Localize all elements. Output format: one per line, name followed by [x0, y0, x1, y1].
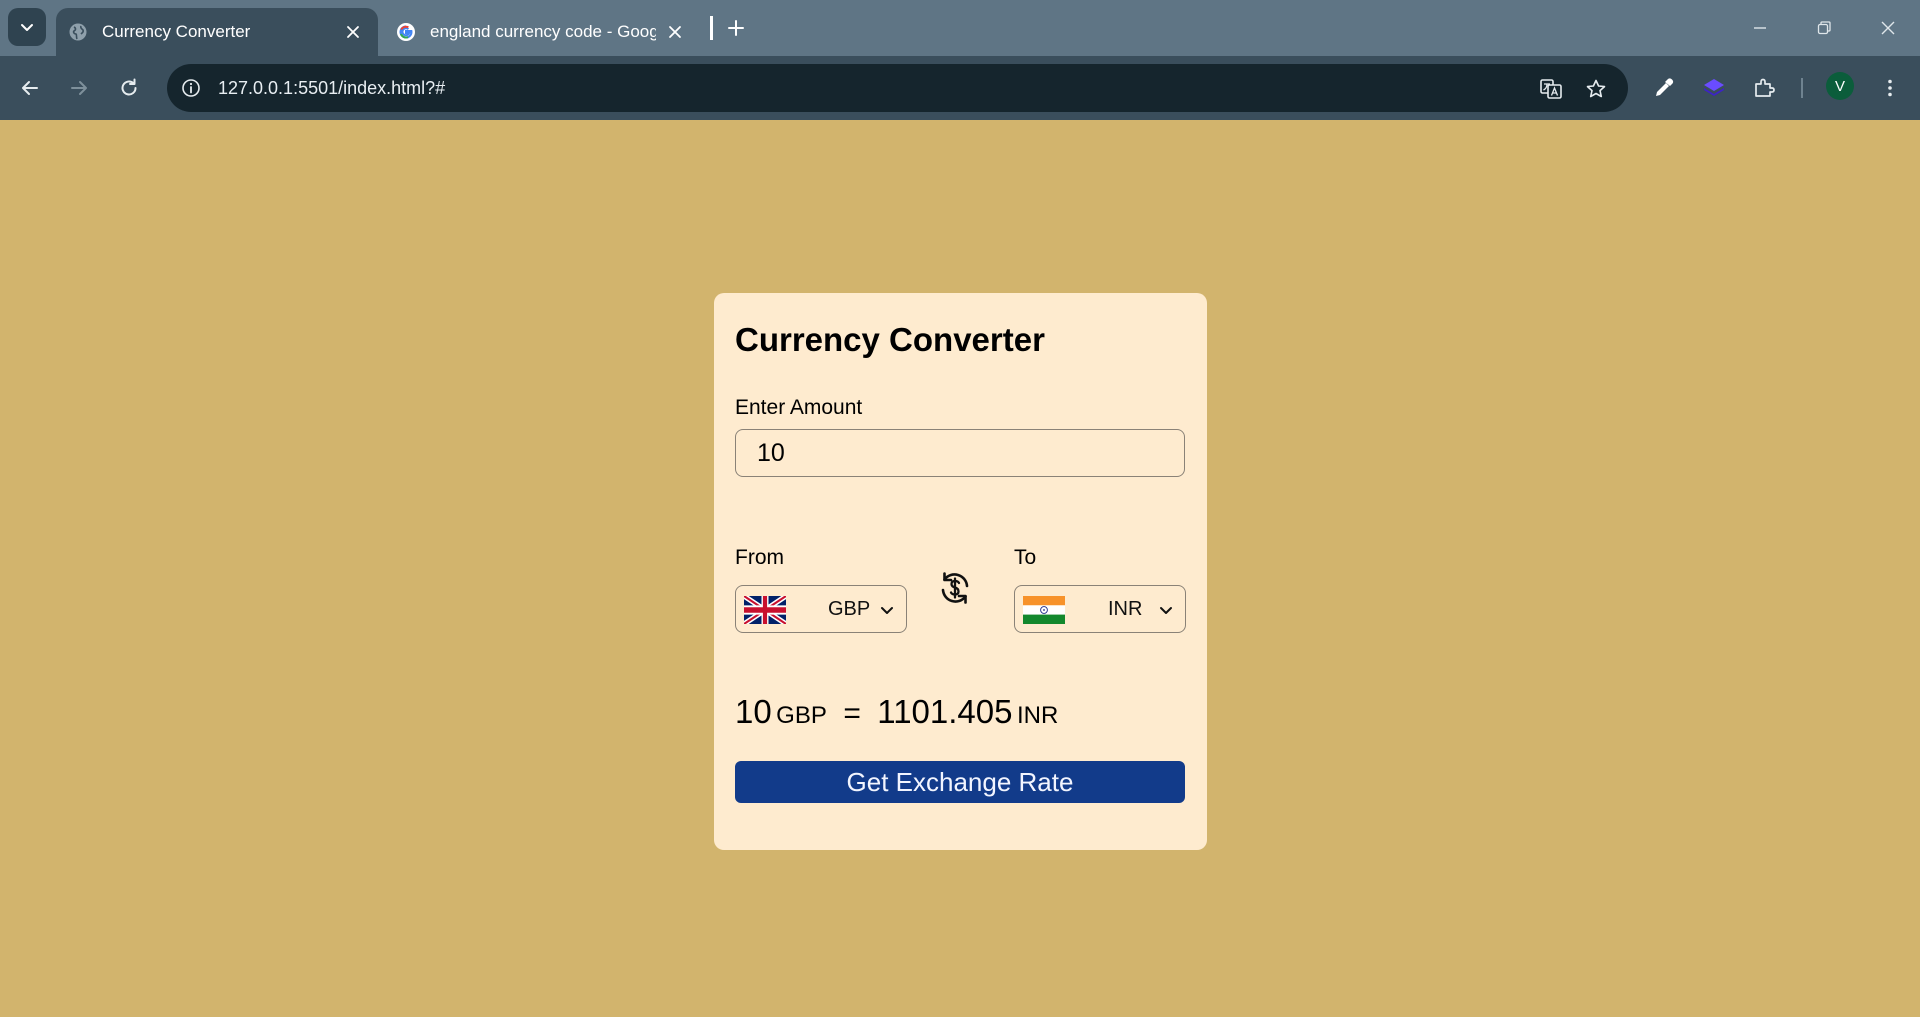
- url-text: 127.0.0.1:5501/index.html?#: [218, 78, 446, 98]
- extensions-button[interactable]: [1746, 70, 1782, 106]
- layers-icon: [1704, 79, 1724, 96]
- close-window-button[interactable]: [1870, 10, 1906, 46]
- browser-menu-button[interactable]: [1872, 70, 1908, 106]
- conversion-result: 10 GBP = 1101.405 INR: [735, 693, 1058, 731]
- chevron-down-icon: [1160, 607, 1172, 614]
- google-icon: [397, 23, 415, 41]
- info-icon: [182, 79, 200, 97]
- result-converted: 1101.405: [877, 693, 1013, 730]
- arrow-left-icon: [22, 81, 38, 95]
- restore-icon: [1817, 21, 1831, 35]
- browser-window: Currency Converter england currency code…: [0, 0, 1920, 1017]
- browser-toolbar: 127.0.0.1:5501/index.html?# V: [0, 56, 1920, 120]
- from-currency-code: GBP: [828, 598, 871, 620]
- tab-strip: Currency Converter england currency code…: [0, 0, 1920, 56]
- result-amount: 10: [735, 693, 772, 730]
- get-exchange-rate-button[interactable]: Get Exchange Rate: [735, 761, 1185, 803]
- translate-button[interactable]: [1536, 74, 1566, 104]
- converter-card: Currency Converter Enter Amount From To …: [714, 293, 1207, 850]
- address-bar[interactable]: 127.0.0.1:5501/index.html?#: [167, 64, 1628, 112]
- translate-icon: [1540, 79, 1562, 99]
- tab-title: england currency code - Googl: [430, 22, 656, 41]
- amount-label: Enter Amount: [735, 396, 863, 419]
- to-currency-select[interactable]: INR: [1014, 585, 1186, 633]
- tab-close-button[interactable]: [342, 21, 364, 43]
- close-icon: [347, 26, 359, 38]
- tab-separator: [710, 16, 713, 40]
- globe-icon: [69, 23, 87, 41]
- profile-avatar[interactable]: V: [1826, 72, 1854, 100]
- arrow-right-icon: [71, 81, 87, 95]
- close-icon: [669, 26, 681, 38]
- minimize-icon: [1754, 27, 1766, 29]
- result-to-code: INR: [1016, 702, 1059, 729]
- bookmark-button[interactable]: [1581, 74, 1611, 104]
- reload-icon: [121, 78, 137, 96]
- india-flag-icon: [1023, 596, 1065, 624]
- restore-button[interactable]: [1806, 10, 1842, 46]
- swap-currency-icon[interactable]: [936, 569, 974, 607]
- tab-title: Currency Converter: [102, 22, 251, 41]
- star-icon: [1586, 79, 1606, 98]
- uk-flag-icon: [744, 596, 786, 624]
- chevron-down-icon: [21, 24, 33, 31]
- toolbar-divider: [1801, 78, 1803, 98]
- eyedropper-icon: [1656, 78, 1674, 96]
- more-vertical-icon: [1888, 79, 1892, 97]
- minimize-button[interactable]: [1742, 10, 1778, 46]
- tab-search-button[interactable]: [8, 8, 46, 46]
- from-currency-select[interactable]: GBP: [735, 585, 907, 633]
- eyedropper-extension-button[interactable]: [1646, 70, 1682, 106]
- site-info-button[interactable]: [179, 76, 203, 100]
- reload-button[interactable]: [111, 70, 147, 106]
- tab-currency-converter[interactable]: Currency Converter: [56, 8, 378, 56]
- to-label: To: [1014, 546, 1037, 569]
- forward-button[interactable]: [61, 70, 97, 106]
- result-equals: =: [843, 697, 861, 730]
- new-tab-button[interactable]: [722, 14, 750, 42]
- plus-icon: [728, 20, 744, 36]
- profile-initial: V: [1834, 77, 1845, 95]
- layers-extension-button[interactable]: [1696, 70, 1732, 106]
- page-title: Currency Converter: [735, 321, 1045, 358]
- to-currency-code: INR: [1108, 598, 1143, 620]
- back-button[interactable]: [12, 70, 48, 106]
- from-label: From: [735, 546, 784, 569]
- close-icon: [1881, 21, 1895, 35]
- result-from-code: GBP: [776, 702, 827, 729]
- tab-google-search[interactable]: england currency code - Googl: [384, 8, 700, 56]
- tab-close-button[interactable]: [664, 21, 686, 43]
- chevron-down-icon: [881, 607, 893, 614]
- page-viewport: Currency Converter Enter Amount From To …: [0, 120, 1920, 1017]
- amount-input[interactable]: [735, 429, 1185, 477]
- puzzle-icon: [1755, 78, 1775, 97]
